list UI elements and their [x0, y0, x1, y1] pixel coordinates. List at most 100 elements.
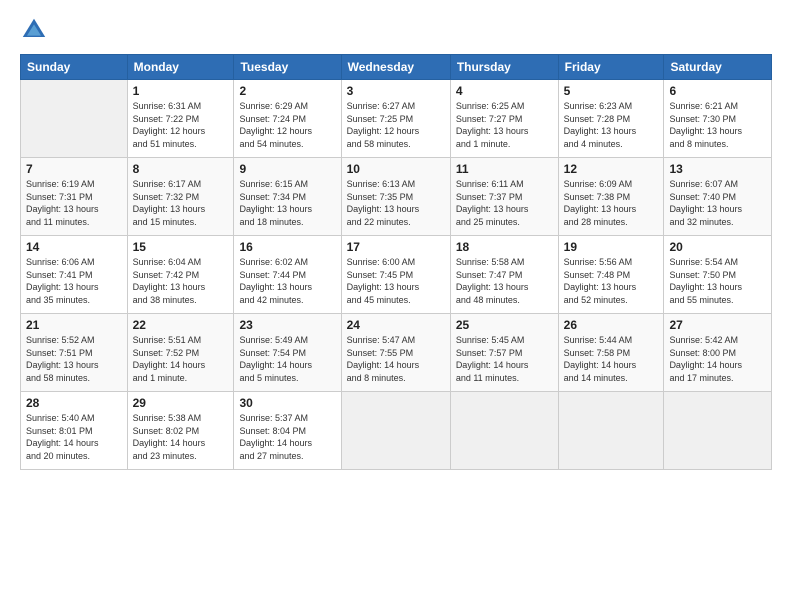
calendar-cell: 16 Sunrise: 6:02 AM Sunset: 7:44 PM Dayli…	[234, 236, 341, 314]
day-number: 5	[564, 84, 659, 98]
calendar-cell: 18 Sunrise: 5:58 AM Sunset: 7:47 PM Dayli…	[450, 236, 558, 314]
calendar-cell: 20Sunrise: 5:54 AM Sunset: 7:50 PM Dayli…	[664, 236, 772, 314]
calendar-cell	[341, 392, 450, 470]
day-number: 27	[669, 318, 766, 332]
day-info: Sunrise: 6:27 AM Sunset: 7:25 PM Dayligh…	[347, 100, 445, 150]
calendar-cell: 17 Sunrise: 6:00 AM Sunset: 7:45 PM Dayli…	[341, 236, 450, 314]
weekday-header-monday: Monday	[127, 55, 234, 80]
day-info: Sunrise: 5:56 AM Sunset: 7:48 PM Dayligh…	[564, 256, 659, 306]
calendar-cell: 25Sunrise: 5:45 AM Sunset: 7:57 PM Dayli…	[450, 314, 558, 392]
weekday-header-tuesday: Tuesday	[234, 55, 341, 80]
page: SundayMondayTuesdayWednesdayThursdayFrid…	[0, 0, 792, 612]
day-info: Sunrise: 6:04 AM Sunset: 7:42 PM Dayligh…	[133, 256, 229, 306]
day-number: 17	[347, 240, 445, 254]
day-number: 20	[669, 240, 766, 254]
day-number: 29	[133, 396, 229, 410]
day-info: Sunrise: 5:44 AM Sunset: 7:58 PM Dayligh…	[564, 334, 659, 384]
day-number: 18	[456, 240, 553, 254]
day-number: 13	[669, 162, 766, 176]
calendar-cell: 1Sunrise: 6:31 AM Sunset: 7:22 PM Daylig…	[127, 80, 234, 158]
day-info: Sunrise: 6:02 AM Sunset: 7:44 PM Dayligh…	[239, 256, 335, 306]
calendar-table: SundayMondayTuesdayWednesdayThursdayFrid…	[20, 54, 772, 470]
day-number: 14	[26, 240, 122, 254]
day-number: 22	[133, 318, 229, 332]
day-info: Sunrise: 6:21 AM Sunset: 7:30 PM Dayligh…	[669, 100, 766, 150]
logo	[20, 16, 50, 44]
calendar-cell: 9 Sunrise: 6:15 AM Sunset: 7:34 PM Daylig…	[234, 158, 341, 236]
day-info: Sunrise: 5:37 AM Sunset: 8:04 PM Dayligh…	[239, 412, 335, 462]
day-number: 4	[456, 84, 553, 98]
calendar-cell: 4Sunrise: 6:25 AM Sunset: 7:27 PM Daylig…	[450, 80, 558, 158]
day-info: Sunrise: 5:45 AM Sunset: 7:57 PM Dayligh…	[456, 334, 553, 384]
logo-icon	[20, 16, 48, 44]
calendar-cell: 3 Sunrise: 6:27 AM Sunset: 7:25 PM Daylig…	[341, 80, 450, 158]
day-info: Sunrise: 5:40 AM Sunset: 8:01 PM Dayligh…	[26, 412, 122, 462]
day-info: Sunrise: 6:11 AM Sunset: 7:37 PM Dayligh…	[456, 178, 553, 228]
calendar-cell: 29 Sunrise: 5:38 AM Sunset: 8:02 PM Dayli…	[127, 392, 234, 470]
calendar-cell: 24 Sunrise: 5:47 AM Sunset: 7:55 PM Dayli…	[341, 314, 450, 392]
day-number: 26	[564, 318, 659, 332]
calendar-cell: 14 Sunrise: 6:06 AM Sunset: 7:41 PM Dayli…	[21, 236, 128, 314]
calendar-cell: 23 Sunrise: 5:49 AM Sunset: 7:54 PM Dayli…	[234, 314, 341, 392]
day-number: 23	[239, 318, 335, 332]
calendar-week-row: 21 Sunrise: 5:52 AM Sunset: 7:51 PM Dayli…	[21, 314, 772, 392]
day-number: 1	[133, 84, 229, 98]
day-number: 19	[564, 240, 659, 254]
day-info: Sunrise: 5:58 AM Sunset: 7:47 PM Dayligh…	[456, 256, 553, 306]
day-info: Sunrise: 6:23 AM Sunset: 7:28 PM Dayligh…	[564, 100, 659, 150]
calendar-cell: 22Sunrise: 5:51 AM Sunset: 7:52 PM Dayli…	[127, 314, 234, 392]
weekday-header-wednesday: Wednesday	[341, 55, 450, 80]
day-number: 7	[26, 162, 122, 176]
header	[20, 16, 772, 44]
calendar-cell	[558, 392, 664, 470]
day-info: Sunrise: 6:19 AM Sunset: 7:31 PM Dayligh…	[26, 178, 122, 228]
calendar-cell: 5 Sunrise: 6:23 AM Sunset: 7:28 PM Daylig…	[558, 80, 664, 158]
calendar-cell: 12Sunrise: 6:09 AM Sunset: 7:38 PM Dayli…	[558, 158, 664, 236]
day-number: 15	[133, 240, 229, 254]
day-info: Sunrise: 6:13 AM Sunset: 7:35 PM Dayligh…	[347, 178, 445, 228]
day-number: 10	[347, 162, 445, 176]
weekday-header-thursday: Thursday	[450, 55, 558, 80]
calendar-cell: 27 Sunrise: 5:42 AM Sunset: 8:00 PM Dayli…	[664, 314, 772, 392]
day-number: 2	[239, 84, 335, 98]
calendar-cell: 30 Sunrise: 5:37 AM Sunset: 8:04 PM Dayli…	[234, 392, 341, 470]
calendar-cell: 10 Sunrise: 6:13 AM Sunset: 7:35 PM Dayli…	[341, 158, 450, 236]
weekday-header-row: SundayMondayTuesdayWednesdayThursdayFrid…	[21, 55, 772, 80]
calendar-week-row: 28 Sunrise: 5:40 AM Sunset: 8:01 PM Dayli…	[21, 392, 772, 470]
day-number: 24	[347, 318, 445, 332]
day-number: 8	[133, 162, 229, 176]
day-info: Sunrise: 6:29 AM Sunset: 7:24 PM Dayligh…	[239, 100, 335, 150]
calendar-cell: 15 Sunrise: 6:04 AM Sunset: 7:42 PM Dayli…	[127, 236, 234, 314]
weekday-header-saturday: Saturday	[664, 55, 772, 80]
day-info: Sunrise: 5:42 AM Sunset: 8:00 PM Dayligh…	[669, 334, 766, 384]
day-number: 28	[26, 396, 122, 410]
day-number: 30	[239, 396, 335, 410]
day-number: 16	[239, 240, 335, 254]
day-number: 9	[239, 162, 335, 176]
day-number: 11	[456, 162, 553, 176]
weekday-header-sunday: Sunday	[21, 55, 128, 80]
day-number: 12	[564, 162, 659, 176]
day-info: Sunrise: 5:49 AM Sunset: 7:54 PM Dayligh…	[239, 334, 335, 384]
day-info: Sunrise: 6:00 AM Sunset: 7:45 PM Dayligh…	[347, 256, 445, 306]
day-number: 6	[669, 84, 766, 98]
calendar-cell: 7 Sunrise: 6:19 AM Sunset: 7:31 PM Daylig…	[21, 158, 128, 236]
calendar-week-row: 7 Sunrise: 6:19 AM Sunset: 7:31 PM Daylig…	[21, 158, 772, 236]
calendar-cell: 2 Sunrise: 6:29 AM Sunset: 7:24 PM Daylig…	[234, 80, 341, 158]
day-info: Sunrise: 5:38 AM Sunset: 8:02 PM Dayligh…	[133, 412, 229, 462]
day-number: 21	[26, 318, 122, 332]
calendar-cell: 21 Sunrise: 5:52 AM Sunset: 7:51 PM Dayli…	[21, 314, 128, 392]
day-info: Sunrise: 6:06 AM Sunset: 7:41 PM Dayligh…	[26, 256, 122, 306]
day-info: Sunrise: 6:15 AM Sunset: 7:34 PM Dayligh…	[239, 178, 335, 228]
day-info: Sunrise: 6:17 AM Sunset: 7:32 PM Dayligh…	[133, 178, 229, 228]
day-number: 3	[347, 84, 445, 98]
calendar-week-row: 1Sunrise: 6:31 AM Sunset: 7:22 PM Daylig…	[21, 80, 772, 158]
calendar-cell: 6 Sunrise: 6:21 AM Sunset: 7:30 PM Daylig…	[664, 80, 772, 158]
calendar-cell	[664, 392, 772, 470]
calendar-cell: 19 Sunrise: 5:56 AM Sunset: 7:48 PM Dayli…	[558, 236, 664, 314]
calendar-cell	[450, 392, 558, 470]
calendar-cell: 11 Sunrise: 6:11 AM Sunset: 7:37 PM Dayli…	[450, 158, 558, 236]
day-info: Sunrise: 5:47 AM Sunset: 7:55 PM Dayligh…	[347, 334, 445, 384]
day-info: Sunrise: 5:52 AM Sunset: 7:51 PM Dayligh…	[26, 334, 122, 384]
day-info: Sunrise: 6:07 AM Sunset: 7:40 PM Dayligh…	[669, 178, 766, 228]
